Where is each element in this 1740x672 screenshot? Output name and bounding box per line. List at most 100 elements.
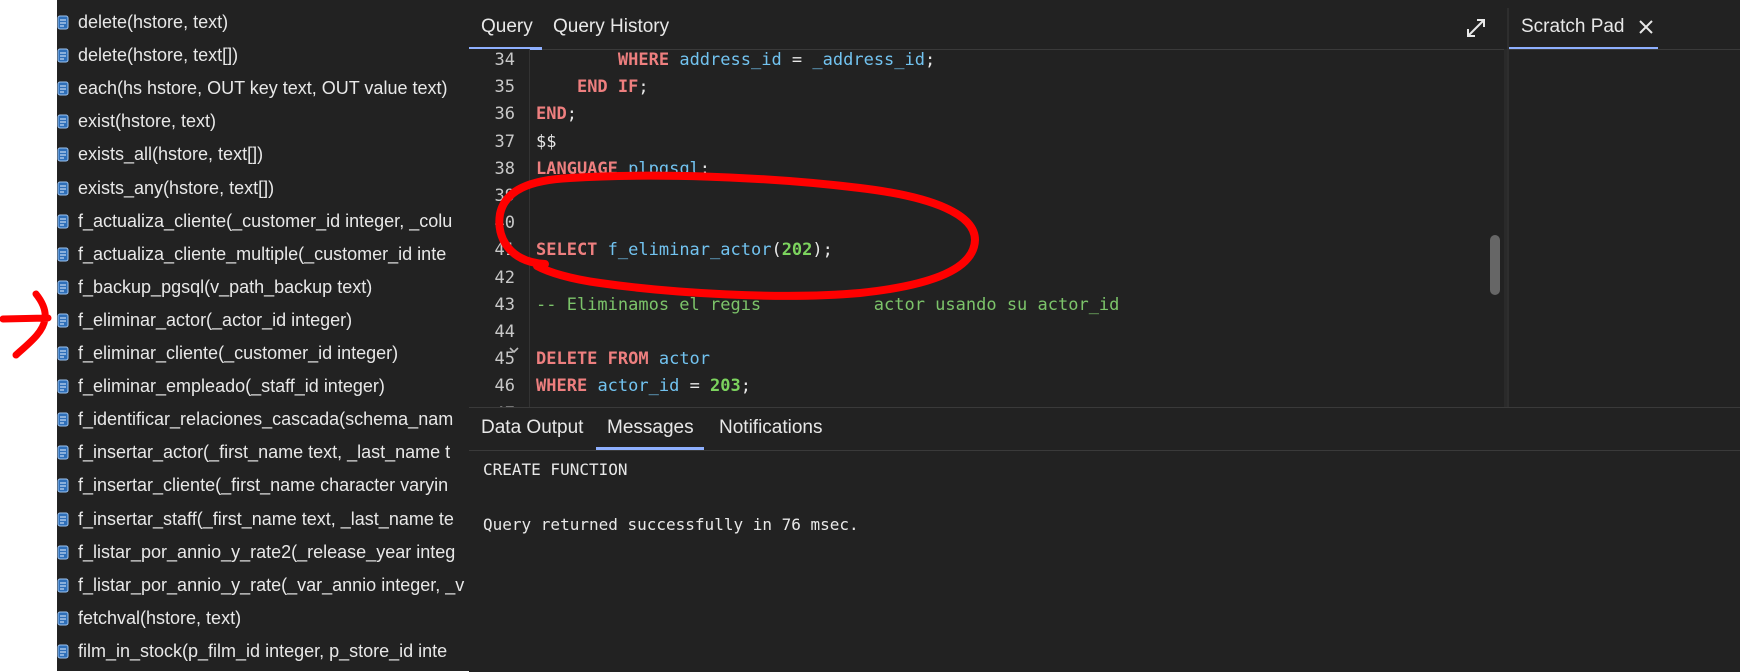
sidebar-item-label: each(hs hstore, OUT key text, OUT value …: [78, 78, 448, 99]
line-number: 36: [494, 104, 515, 125]
sidebar-item-label: f_eliminar_empleado(_staff_id integer): [78, 376, 385, 397]
close-icon[interactable]: [1637, 18, 1655, 36]
active-tab-indicator: [596, 447, 704, 450]
sidebar-tree-item[interactable]: fetchval(hstore, text): [57, 602, 241, 635]
code-token: ;: [638, 77, 649, 98]
chevron-down-icon[interactable]: [508, 344, 520, 356]
sidebar-tree-item[interactable]: delete(hstore, text[]): [57, 39, 238, 72]
sidebar-item-label: f_listar_por_annio_y_rate(_var_annio int…: [78, 574, 465, 595]
sidebar-tree-item[interactable]: film_in_stock(p_film_id integer, p_store…: [57, 635, 447, 668]
sidebar-tree-item[interactable]: delete(hstore, text): [57, 6, 228, 39]
sidebar-item-label: film_in_stock(p_film_id integer, p_store…: [78, 640, 448, 661]
sidebar-item-label: f_actualiza_cliente(_customer_id integer…: [78, 210, 453, 231]
function-icon: [57, 611, 69, 626]
red-arrow-annotation: [0, 290, 52, 359]
code-token: ;: [740, 376, 752, 397]
code-line: WHERE actor_id = 203;: [536, 373, 751, 400]
code-token: actor usando su actor_id: [873, 294, 1120, 315]
function-icon: [57, 313, 69, 328]
code-line: $$: [536, 129, 556, 156]
sidebar-tree-item[interactable]: f_listar_por_annio_y_rate2(_release_year…: [57, 536, 455, 569]
code-token: 203: [710, 376, 741, 397]
editor-scrollbar[interactable]: [1490, 235, 1500, 295]
sql-editor[interactable]: WHERE address_id = _address_id; END IF; E…: [530, 49, 1490, 407]
sidebar-tree-item[interactable]: f_actualiza_cliente_multiple(_customer_i…: [57, 238, 446, 271]
panel-splitter[interactable]: [1504, 49, 1507, 407]
code-token: END: [536, 104, 567, 125]
code-token: $$: [536, 131, 557, 152]
line-number: 40: [494, 213, 515, 234]
sidebar-item-label: f_insertar_staff(_first_name text, _last…: [78, 508, 454, 529]
tab-scratch-pad[interactable]: Scratch Pad: [1521, 8, 1625, 48]
code-token: f_eliminar_actor: [607, 240, 772, 261]
code-line: END;: [536, 101, 577, 128]
sidebar-tree-item[interactable]: f_insertar_cliente(_first_name character…: [57, 469, 448, 502]
sidebar-tree-item[interactable]: f_eliminar_empleado(_staff_id integer): [57, 370, 385, 403]
sidebar-tree-item[interactable]: f_actualiza_cliente(_customer_id integer…: [57, 205, 452, 238]
function-icon: [57, 114, 69, 129]
sidebar-tree-item[interactable]: f_listar_por_annio_y_rate(_var_annio int…: [57, 569, 464, 602]
sidebar-tree-item[interactable]: f_identificar_relaciones_cascada(schema_…: [57, 403, 453, 436]
divider: [1509, 49, 1740, 50]
code-token: ;: [699, 158, 711, 179]
object-explorer-panel: delete(hstore, text) delete(hstore, text[…: [57, 0, 469, 671]
sidebar-tree-item[interactable]: f_backup_pgsql(v_path_backup text): [57, 271, 372, 304]
function-icon: [57, 81, 69, 96]
function-icon: [57, 445, 69, 460]
tab-messages[interactable]: Messages: [607, 408, 694, 450]
sidebar-tree-item[interactable]: f_eliminar_cliente(_customer_id integer): [57, 337, 398, 370]
sidebar-item-label: delete(hstore, text): [78, 12, 229, 32]
code-token: SELECT: [536, 240, 598, 261]
message-line: CREATE FUNCTION: [483, 460, 628, 479]
tab-notifications[interactable]: Notifications: [719, 408, 823, 450]
sidebar-tree-item[interactable]: f_eliminar_actor(_actor_id integer): [57, 304, 352, 337]
code-token: DELETE FROM: [536, 349, 649, 370]
sidebar-item-label: delete(hstore, text[]): [78, 45, 239, 66]
line-number: 44: [494, 322, 515, 342]
code-line: END IF;: [536, 74, 649, 101]
sidebar-tree-item[interactable]: exists_all(hstore, text[]): [57, 138, 263, 171]
sidebar-tree-item[interactable]: exists_any(hstore, text[]): [57, 172, 274, 205]
code-line: -- Eliminamos el regis actor usando su a…: [536, 292, 1119, 319]
tab-query[interactable]: Query: [481, 8, 533, 48]
line-number: 39: [494, 186, 515, 206]
code-token: -- Eliminamos el regis: [536, 294, 762, 315]
sidebar-item-label: f_listar_por_annio_y_rate2(_release_year…: [78, 541, 456, 562]
sidebar-item-label: f_eliminar_actor(_actor_id integer): [78, 309, 353, 330]
code-token: WHERE: [617, 50, 670, 70]
code-token: LANGUAGE: [536, 158, 618, 179]
sidebar-item-label: f_identificar_relaciones_cascada(schema_…: [78, 409, 454, 430]
sidebar-tree-item[interactable]: f_insertar_actor(_first_name text, _last…: [57, 436, 450, 469]
line-number: 37: [494, 131, 515, 152]
message-line: Query returned successfully in 76 msec.: [483, 515, 859, 534]
code-token: WHERE: [536, 376, 588, 397]
code-token: 202: [781, 240, 813, 261]
function-icon: [57, 644, 69, 659]
sidebar-tree-item[interactable]: exist(hstore, text): [57, 105, 216, 138]
tab-query-history[interactable]: Query History: [553, 8, 669, 48]
function-icon: [57, 181, 69, 195]
function-icon: [57, 545, 69, 560]
sidebar-item-label: f_insertar_actor(_first_name text, _last…: [78, 442, 451, 463]
expand-icon[interactable]: [1465, 17, 1487, 39]
tab-data-output[interactable]: Data Output: [481, 408, 583, 450]
sidebar-item-label: f_insertar_cliente(_first_name character…: [78, 475, 449, 496]
code-line: SELECT f_eliminar_actor(202);: [536, 237, 833, 264]
line-number: 42: [494, 267, 515, 288]
sidebar-tree-item[interactable]: f_insertar_staff(_first_name text, _last…: [57, 503, 454, 536]
function-icon: [57, 478, 69, 493]
function-icon: [57, 280, 69, 295]
code-line: LANGUAGE plpgsql;: [536, 156, 710, 183]
code-token: );: [812, 240, 833, 261]
function-icon: [57, 147, 69, 162]
sidebar-tree-item[interactable]: each(hs hstore, OUT key text, OUT value …: [57, 72, 447, 105]
function-icon: [57, 346, 69, 361]
line-number-gutter: 3435363738394041424344454647: [469, 49, 530, 407]
